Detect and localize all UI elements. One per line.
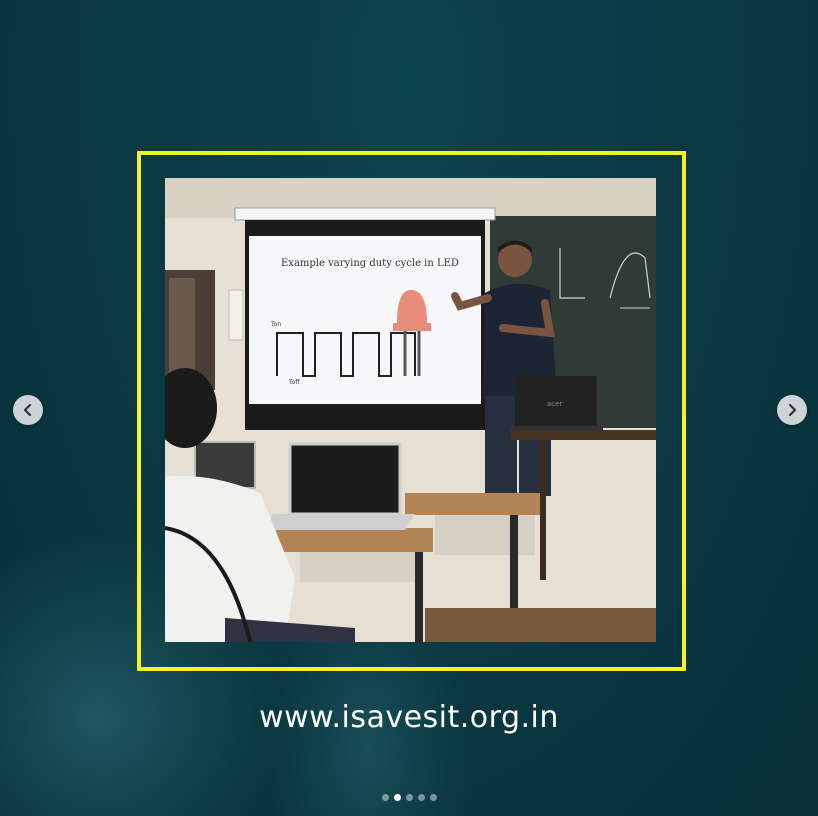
next-slide-button[interactable] xyxy=(777,395,807,425)
event-photo: Example varying duty cycle in LED Ton To… xyxy=(165,178,656,642)
slide-dot-3[interactable] xyxy=(405,794,413,801)
slide-dot-5[interactable] xyxy=(429,794,437,801)
chevron-left-icon xyxy=(23,403,32,417)
presenter-laptop-logo: acer xyxy=(547,400,562,408)
slide-dot-2-active[interactable] xyxy=(393,794,401,801)
slide-title-text: Example varying duty cycle in LED xyxy=(281,258,459,269)
slide-dot-4[interactable] xyxy=(417,794,425,801)
ton-label: Ton xyxy=(270,321,281,328)
slide-indicator xyxy=(0,794,818,801)
previous-slide-button[interactable] xyxy=(13,395,43,425)
classroom-photo-illustration: Example varying duty cycle in LED Ton To… xyxy=(165,178,656,642)
slide-dot-1[interactable] xyxy=(381,794,389,801)
carousel-slide: Example varying duty cycle in LED Ton To… xyxy=(0,0,818,816)
toff-label: Toff xyxy=(288,379,300,386)
website-url: www.isavesit.org.in xyxy=(259,700,559,735)
chevron-right-icon xyxy=(788,403,797,417)
